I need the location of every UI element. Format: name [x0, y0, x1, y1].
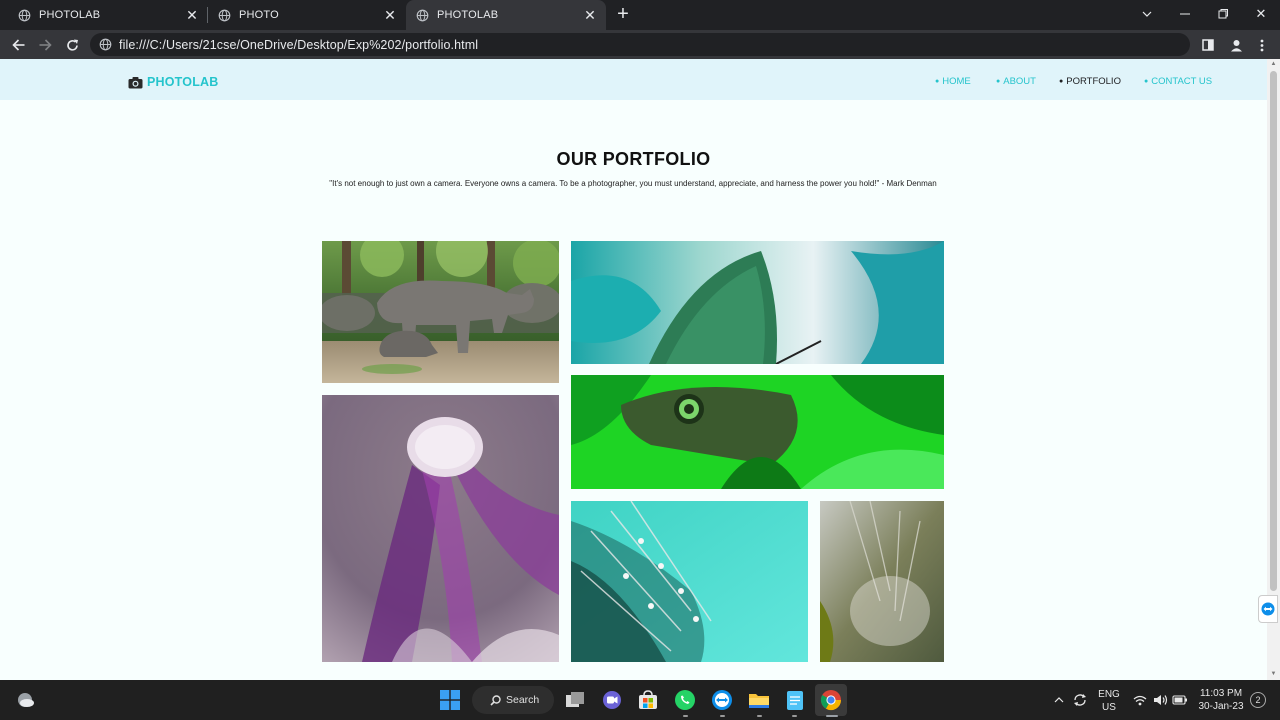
photo-green-butterfly[interactable] — [571, 375, 944, 489]
taskbar-search[interactable]: Search — [472, 686, 554, 714]
tab-photo[interactable]: PHOTO ✕ — [208, 0, 406, 30]
running-indicator — [792, 715, 797, 717]
close-tab-icon[interactable]: ✕ — [186, 7, 198, 24]
globe-icon — [218, 9, 231, 21]
clock-date: 30-Jan-23 — [1198, 701, 1244, 712]
photo-rhinoceros[interactable] — [322, 241, 559, 383]
nav-link-portfolio[interactable]: ● PORTFOLIO — [1059, 76, 1121, 87]
photo-dandelion-seeds[interactable] — [820, 501, 944, 662]
notification-count: 2 — [1255, 695, 1261, 705]
notepad-icon[interactable] — [783, 688, 807, 712]
tab-title: PHOTOLAB — [437, 9, 499, 21]
file-explorer-icon[interactable] — [747, 688, 771, 712]
side-panel-icon[interactable] — [1198, 35, 1218, 55]
scroll-up-arrow-icon[interactable]: ▲ — [1267, 59, 1280, 69]
notification-badge[interactable]: 2 — [1250, 692, 1266, 708]
clock[interactable]: 11:03 PM 30-Jan-23 — [1195, 687, 1247, 713]
site-navbar: PHOTOLAB ● HOME ● ABOUT ● PORTFOLIO ● CONTAC… — [0, 59, 1267, 100]
browser-tab-strip: PHOTOLAB ✕ PHOTO ✕ PHOTOLAB ✕ + ✕ — [0, 0, 1280, 30]
restore-button[interactable] — [1204, 0, 1242, 28]
portfolio-quote: "It's not enough to just own a camera. E… — [329, 179, 937, 188]
nav-link-label: CONTACT US — [1151, 76, 1213, 87]
clock-time: 11:03 PM — [1199, 688, 1243, 699]
battery-icon[interactable] — [1170, 688, 1190, 712]
running-indicator — [683, 715, 688, 717]
tab-photolab-active[interactable]: PHOTOLAB ✕ — [406, 0, 606, 30]
close-window-button[interactable]: ✕ — [1242, 0, 1280, 28]
active-indicator — [826, 715, 838, 717]
nav-link-label: ABOUT — [1003, 76, 1036, 87]
page-scrollbar[interactable]: ▲ ▼ — [1267, 59, 1280, 680]
teamviewer-taskbar-icon[interactable] — [710, 688, 734, 712]
photo-teal-butterfly[interactable] — [571, 241, 944, 364]
tab-title: PHOTO — [239, 9, 279, 21]
nav-link-contact[interactable]: ● CONTACT US — [1144, 76, 1212, 87]
new-tab-button[interactable]: + — [612, 4, 634, 26]
wifi-icon[interactable] — [1130, 688, 1150, 712]
tab-search-chevron-icon[interactable] — [1128, 0, 1166, 28]
tab-title: PHOTOLAB — [39, 9, 101, 21]
profile-icon[interactable] — [1226, 35, 1246, 55]
nav-link-label: HOME — [942, 76, 971, 87]
running-indicator — [757, 715, 762, 717]
sync-icon[interactable] — [1070, 688, 1090, 712]
tab-photolab-1[interactable]: PHOTOLAB ✕ — [8, 0, 208, 30]
volume-icon[interactable] — [1150, 688, 1170, 712]
region-code: US — [1102, 702, 1116, 713]
photo-teal-dewdrops-dandelion[interactable] — [571, 501, 808, 662]
reload-icon[interactable] — [61, 34, 83, 56]
close-tab-icon[interactable]: ✕ — [584, 7, 596, 24]
windows-taskbar: Search ENG US 11:03 PM 30-Jan-23 2 — [0, 680, 1280, 720]
minimize-button[interactable] — [1166, 0, 1204, 28]
language-code: ENG — [1098, 689, 1120, 700]
search-icon — [490, 694, 501, 706]
globe-icon — [99, 38, 112, 51]
search-label: Search — [506, 694, 540, 706]
browser-toolbar: file:///C:/Users/21cse/OneDrive/Desktop/… — [0, 30, 1280, 59]
url-text[interactable]: file:///C:/Users/21cse/OneDrive/Desktop/… — [119, 38, 478, 52]
task-view-icon[interactable] — [563, 688, 587, 712]
nav-links: ● HOME ● ABOUT ● PORTFOLIO ● CONTACT US — [0, 76, 1267, 90]
nav-link-home[interactable]: ● HOME — [935, 76, 971, 87]
menu-kebab-icon[interactable] — [1252, 35, 1272, 55]
whatsapp-icon[interactable] — [673, 688, 697, 712]
language-indicator[interactable]: ENG US — [1095, 688, 1123, 714]
chrome-icon[interactable] — [815, 684, 847, 716]
globe-icon — [18, 9, 31, 21]
weather-widget-icon[interactable] — [13, 688, 37, 712]
photo-purple-dandelion[interactable] — [322, 395, 559, 662]
chevron-up-icon[interactable] — [1050, 688, 1068, 712]
microsoft-store-icon[interactable] — [636, 688, 660, 712]
running-indicator — [720, 715, 725, 717]
teamviewer-icon[interactable] — [1258, 595, 1278, 623]
nav-link-label: PORTFOLIO — [1066, 76, 1121, 87]
forward-arrow-icon[interactable] — [34, 34, 56, 56]
page-title: OUR PORTFOLIO — [556, 149, 711, 169]
address-bar[interactable]: file:///C:/Users/21cse/OneDrive/Desktop/… — [90, 33, 1190, 56]
page-viewport: PHOTOLAB ● HOME ● ABOUT ● PORTFOLIO ● CONTAC… — [0, 59, 1280, 680]
nav-link-about[interactable]: ● ABOUT — [996, 76, 1036, 87]
back-arrow-icon[interactable] — [7, 34, 29, 56]
teams-chat-icon[interactable] — [600, 688, 624, 712]
windows-start-icon[interactable] — [438, 688, 462, 712]
scrollbar-thumb[interactable] — [1270, 71, 1277, 591]
scroll-down-arrow-icon[interactable]: ▼ — [1267, 669, 1280, 679]
close-tab-icon[interactable]: ✕ — [384, 7, 396, 24]
globe-icon — [416, 9, 429, 21]
